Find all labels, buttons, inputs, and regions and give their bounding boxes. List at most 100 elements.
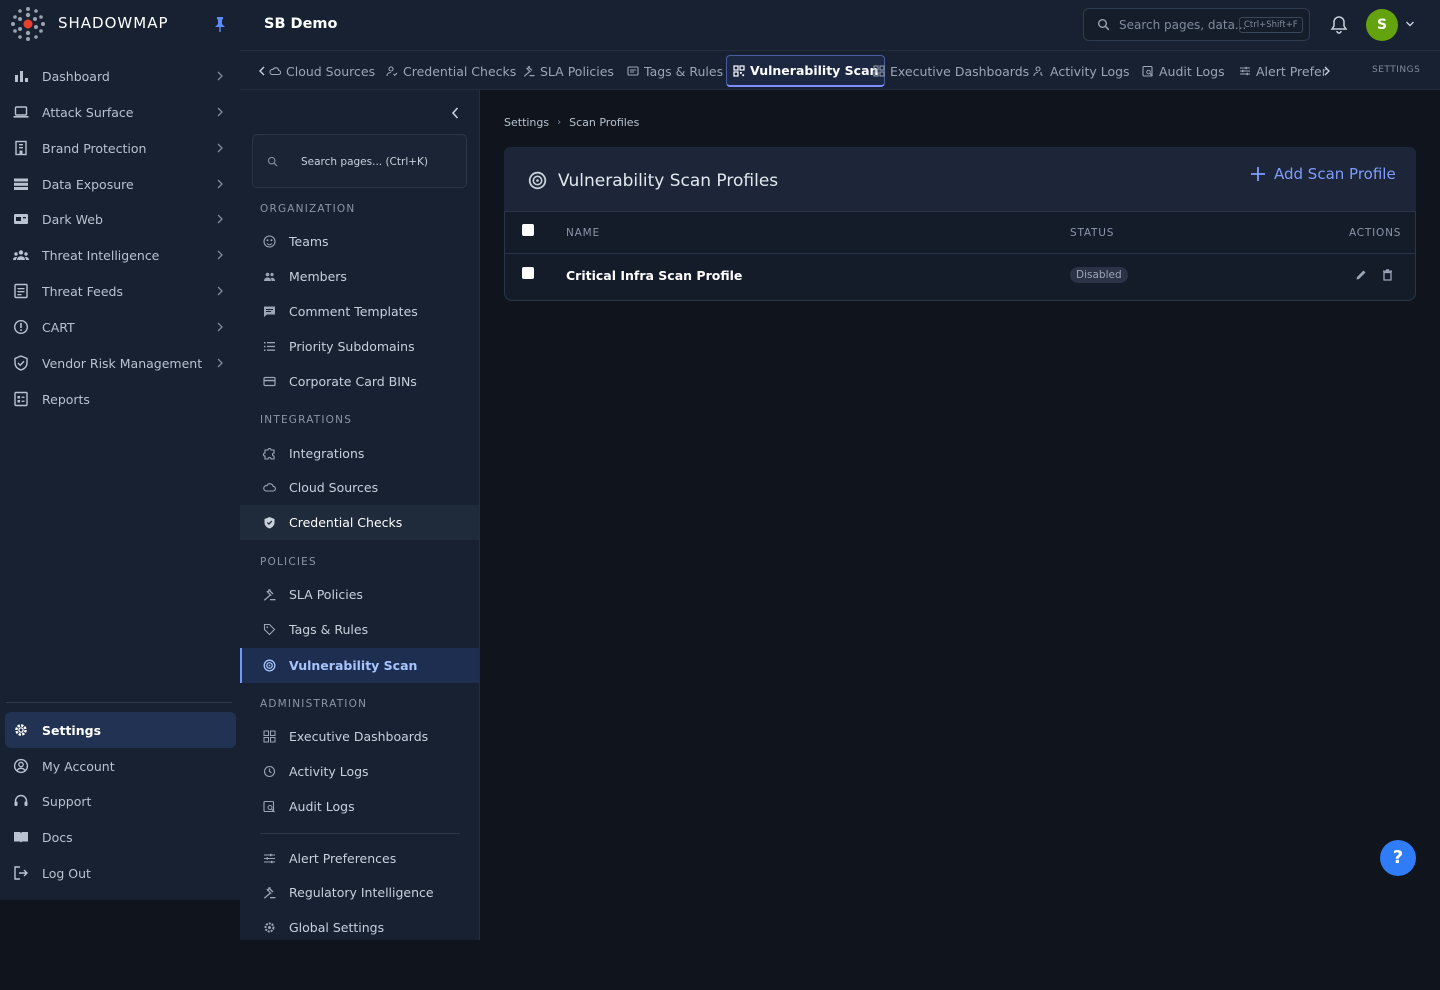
chevron-right-icon xyxy=(217,143,223,153)
tab-cloud-sources[interactable]: Cloud Sources xyxy=(269,55,375,87)
laptop-icon xyxy=(13,106,29,118)
sidebar-item-label: Log Out xyxy=(42,866,91,881)
submenu-item-members[interactable]: Members xyxy=(240,259,479,294)
tab-activity-logs[interactable]: Activity Logs xyxy=(1033,55,1130,87)
breadcrumb-settings[interactable]: Settings xyxy=(504,116,549,129)
sidebar-item-settings[interactable]: Settings xyxy=(5,712,236,748)
chevron-right-icon xyxy=(217,358,223,368)
submenu-item-integrations[interactable]: Integrations xyxy=(240,436,479,471)
bar-chart-icon xyxy=(15,71,28,82)
tab-vulnerability-scan[interactable]: Vulnerability Scan xyxy=(726,55,886,87)
report-icon xyxy=(14,391,28,407)
search-icon xyxy=(1098,19,1110,31)
card-title: Vulnerability Scan Profiles xyxy=(558,171,779,191)
section-heading-administration: ADMINISTRATION xyxy=(260,698,368,710)
submenu-item-activity-logs[interactable]: Activity Logs xyxy=(240,754,479,789)
submenu-item-priority-subdomains[interactable]: Priority Subdomains xyxy=(240,329,479,364)
submenu-item-global-settings[interactable]: Global Settings xyxy=(240,910,479,945)
cloud-icon xyxy=(269,67,281,76)
sidebar-item-cart[interactable]: CART xyxy=(0,309,240,345)
pin-icon[interactable] xyxy=(213,16,227,32)
shadowmap-logo-icon[interactable] xyxy=(8,4,48,44)
book-icon xyxy=(14,832,28,843)
puzzle-icon xyxy=(263,448,275,460)
sidebar-item-label: Settings xyxy=(42,723,102,738)
submenu-item-regulatory-intelligence[interactable]: Regulatory Intelligence xyxy=(240,875,479,910)
tab-credential-checks[interactable]: Credential Checks xyxy=(386,55,516,87)
sidebar-item-brand-protection[interactable]: Brand Protection xyxy=(0,130,240,166)
history-icon xyxy=(263,765,276,778)
global-search-input[interactable]: Search pages, data... Ctrl+Shift+F xyxy=(1083,8,1310,41)
submenu-item-cloud-sources[interactable]: Cloud Sources xyxy=(240,470,479,505)
sidebar-item-threat-intelligence[interactable]: Threat Intelligence xyxy=(0,237,240,273)
settings-submenu: Search pages... (Ctrl+K) ORGANIZATION Te… xyxy=(240,90,480,940)
profile-name[interactable]: Critical Infra Scan Profile xyxy=(566,268,742,283)
submenu-item-corporate-card-bins[interactable]: Corporate Card BINs xyxy=(240,364,479,399)
submenu-item-sla-policies[interactable]: SLA Policies xyxy=(240,577,479,612)
scan-profiles-table: NAME STATUS ACTIONS Critical Infra Scan … xyxy=(504,211,1416,301)
section-heading-organization: ORGANIZATION xyxy=(260,203,356,215)
sidebar-item-threat-feeds[interactable]: Threat Feeds xyxy=(0,273,240,309)
submenu-search-input[interactable]: Search pages... (Ctrl+K) xyxy=(252,134,467,188)
dark-web-icon xyxy=(14,214,28,224)
sidebar-item-dark-web[interactable]: Dark Web xyxy=(0,201,240,237)
page-title: SB Demo xyxy=(264,16,338,32)
sidebar-item-support[interactable]: Support xyxy=(0,783,240,819)
submenu-item-audit-logs[interactable]: Audit Logs xyxy=(240,789,479,824)
submenu-item-credential-checks[interactable]: Credential Checks xyxy=(240,505,479,540)
sidebar-item-log-out[interactable]: Log Out xyxy=(0,855,240,891)
sidebar-item-reports[interactable]: Reports xyxy=(0,381,240,417)
submenu-item-tags-rules[interactable]: Tags & Rules xyxy=(240,612,479,647)
tab-tags-rules[interactable]: Tags & Rules xyxy=(627,55,723,87)
sidebar-item-label: My Account xyxy=(42,759,115,774)
submenu-item-vulnerability-scan[interactable]: Vulnerability Scan xyxy=(240,648,479,683)
avatar[interactable]: S xyxy=(1366,9,1398,41)
gear-icon xyxy=(264,922,275,933)
chevron-right-icon xyxy=(217,250,223,260)
feed-document-icon xyxy=(14,283,28,299)
chevron-left-icon[interactable] xyxy=(450,106,460,120)
column-header-status[interactable]: STATUS xyxy=(1070,227,1114,239)
members-icon xyxy=(264,272,275,281)
trash-icon[interactable] xyxy=(1382,269,1393,281)
dashboard-grid-icon xyxy=(263,730,276,743)
select-all-checkbox[interactable] xyxy=(522,224,534,236)
sliders-icon xyxy=(264,853,275,864)
add-scan-profile-button[interactable]: Add Scan Profile xyxy=(1250,165,1396,183)
sidebar-item-data-exposure[interactable]: Data Exposure xyxy=(0,166,240,202)
plus-icon xyxy=(1251,167,1265,181)
sidebar-item-my-account[interactable]: My Account xyxy=(0,748,240,784)
submenu-item-comment-templates[interactable]: Comment Templates xyxy=(240,294,479,329)
chevron-left-icon[interactable] xyxy=(258,66,266,76)
help-button[interactable]: ? xyxy=(1380,840,1416,876)
tab-executive-dashboards[interactable]: Executive Dashboards xyxy=(873,55,1029,87)
tab-alert-preferences[interactable]: Alert Prefer xyxy=(1239,55,1327,87)
search-shortcut: Ctrl+Shift+F xyxy=(1239,17,1303,33)
column-header-name[interactable]: NAME xyxy=(566,227,600,239)
radar-icon xyxy=(528,171,547,190)
chevron-down-icon[interactable] xyxy=(1405,20,1415,28)
sidebar-item-label: Attack Surface xyxy=(42,105,134,120)
submenu-item-alert-preferences[interactable]: Alert Preferences xyxy=(240,841,479,876)
sidebar-item-dashboard[interactable]: Dashboard xyxy=(0,58,240,94)
edit-pencil-icon[interactable] xyxy=(1355,269,1367,281)
search-placeholder: Search pages... (Ctrl+K) xyxy=(301,156,429,168)
sidebar-divider xyxy=(6,702,232,703)
sidebar-item-attack-surface[interactable]: Attack Surface xyxy=(0,94,240,130)
chevron-right-icon[interactable] xyxy=(1323,66,1331,76)
submenu-item-teams[interactable]: Teams xyxy=(240,224,479,259)
submenu-item-executive-dashboards[interactable]: Executive Dashboards xyxy=(240,719,479,754)
chevron-right-icon xyxy=(217,71,223,81)
section-heading-policies: POLICIES xyxy=(260,556,317,568)
chevron-right-icon xyxy=(217,322,223,332)
tab-audit-logs[interactable]: Audit Logs xyxy=(1142,55,1225,87)
sidebar-item-label: Reports xyxy=(42,392,90,407)
bell-icon[interactable] xyxy=(1330,15,1348,34)
sidebar-item-docs[interactable]: Docs xyxy=(0,819,240,855)
tag-icon xyxy=(263,623,276,636)
comment-icon xyxy=(264,306,275,317)
sidebar-item-label: CART xyxy=(42,320,75,335)
row-checkbox[interactable] xyxy=(522,267,534,279)
sidebar-item-vendor-risk-management[interactable]: Vendor Risk Management xyxy=(0,345,240,381)
tab-sla-policies[interactable]: SLA Policies xyxy=(523,55,614,87)
